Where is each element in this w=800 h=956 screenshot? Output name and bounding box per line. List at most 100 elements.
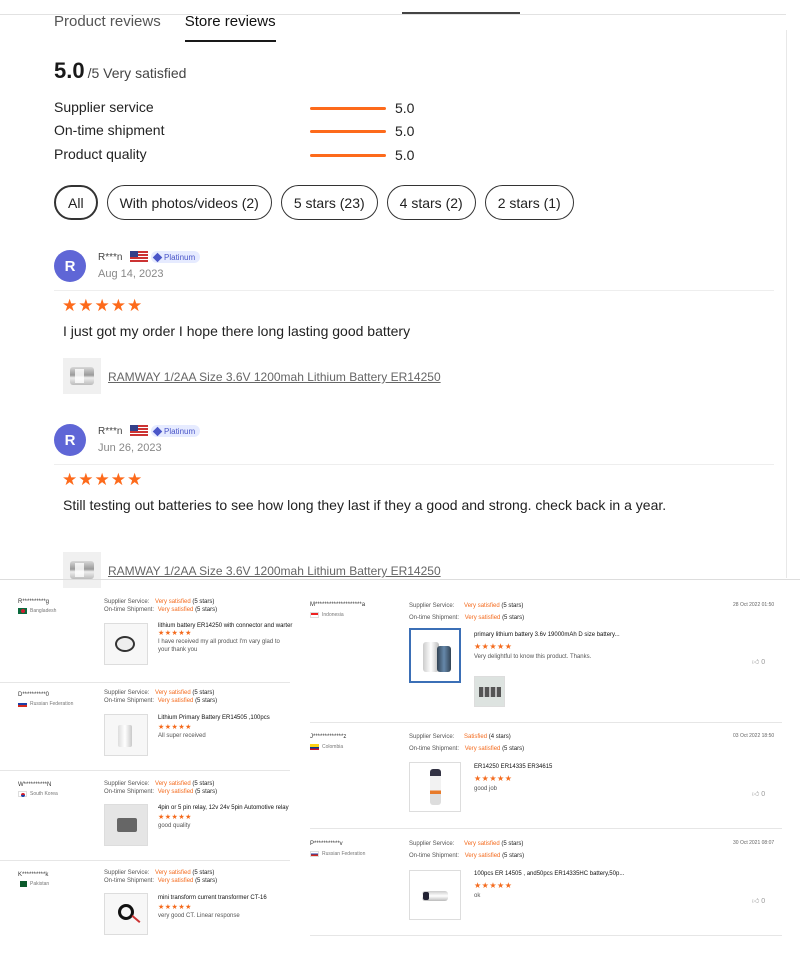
reviewer-name: P***********v [310, 841, 343, 847]
product-link[interactable]: RAMWAY 1/2AA Size 3.6V 1200mah Lithium B… [108, 370, 441, 384]
stars-count: (5 stars) [192, 870, 215, 876]
photo-thumbnail[interactable] [474, 676, 505, 707]
comment: very good CT. Linear response [158, 913, 240, 919]
bangladesh-flag-icon [18, 608, 27, 614]
filter-all[interactable]: All [54, 185, 98, 220]
star-rating: ★★★★★ [62, 296, 144, 315]
rating-suffix: /5 Very satisfied [87, 65, 187, 81]
stars-count: (5 stars) [195, 789, 218, 795]
pakistan-flag-icon [18, 881, 27, 887]
compact-review-body: ER14250 ER14335 ER34615 ★★★★★ good job [474, 763, 724, 793]
supplier-rating: Supplier Service: Very satisfied (5 star… [104, 689, 217, 705]
tab-product-reviews[interactable]: Product reviews [54, 13, 161, 42]
divider [0, 682, 290, 683]
star-rating: ★★★★★ [158, 630, 192, 637]
supplier-rating: Supplier Service: Very satisfied (5 star… [104, 780, 217, 796]
right-border [786, 30, 787, 578]
review-date: Jun 26, 2023 [98, 442, 162, 454]
supplier-rating: Supplier Service: Very satisfied (5 star… [104, 869, 217, 885]
tab-store-reviews[interactable]: Store reviews [184, 13, 276, 42]
supplier-rating: Supplier Service: Very satisfied (5 star… [409, 602, 524, 622]
metric-bar [310, 154, 386, 157]
review-text: Still testing out batteries to see how l… [63, 497, 667, 513]
metric-value: 5.0 [395, 123, 415, 139]
badge-label: Platinum [164, 426, 196, 436]
product-thumbnail[interactable] [409, 762, 461, 812]
shipment-label: On-time Shipment: [409, 746, 460, 752]
battery-icon [70, 561, 94, 579]
shipment-value: Very satisfied [157, 878, 194, 884]
like-button[interactable]: 👍︎ 0 [752, 789, 765, 798]
reviewer-name: M********************a [310, 602, 366, 608]
supplier-rating: Supplier Service: Very satisfied (5 star… [104, 598, 217, 614]
filter-2-stars[interactable]: 2 stars (1) [484, 185, 574, 220]
shipment-value: Very satisfied [464, 853, 501, 859]
battery-icon [70, 367, 94, 385]
compact-review: M********************a Indonesia [310, 601, 365, 619]
shipment-value: Very satisfied [464, 746, 501, 752]
divider [310, 935, 782, 936]
comment: Very delightful to know this product. Th… [474, 654, 592, 660]
product-thumbnail[interactable] [63, 552, 101, 588]
supplier-service-label: Supplier Service: [104, 870, 150, 876]
stars-count: (5 stars) [195, 878, 218, 884]
supplier-service-value: Very satisfied [464, 841, 500, 847]
review-date: 30 Oct 2021 08:07 [733, 840, 775, 846]
country: Russian Federation [322, 851, 366, 857]
compact-review-body: lithium battery ER14250 with connector a… [158, 622, 293, 654]
product-thumbnail[interactable] [409, 628, 461, 683]
badge-label: Platinum [164, 252, 196, 262]
supplier-service-label: Supplier Service: [409, 734, 455, 740]
country: Pakistan [30, 881, 50, 887]
like-button[interactable]: 👍︎ 0 [752, 657, 765, 666]
section-divider [0, 579, 800, 580]
metric-value: 5.0 [395, 147, 415, 163]
country: Bangladesh [30, 608, 57, 614]
product-thumbnail[interactable] [104, 714, 148, 756]
compact-review: P***********v Russian Federation [310, 840, 365, 858]
review-tabs: Product reviews Store reviews [54, 13, 276, 42]
shipment-label: On-time Shipment: [409, 853, 460, 859]
like-count: 0 [761, 791, 766, 798]
star-rating: ★★★★★ [474, 881, 513, 890]
divider [310, 722, 782, 723]
supplier-service-label: Supplier Service: [104, 690, 150, 696]
review-date: 28 Oct 2022 01:50 [733, 602, 775, 608]
product-thumbnail[interactable] [104, 623, 148, 665]
shipment-label: On-time Shipment: [104, 878, 155, 884]
thumbs-up-icon: 👍︎ [752, 659, 760, 666]
us-flag-icon [130, 251, 148, 263]
supplier-service-value: Very satisfied [155, 690, 191, 696]
divider [0, 860, 290, 861]
shipment-value: Very satisfied [157, 607, 194, 613]
stars-count: (5 stars) [502, 853, 525, 859]
product-thumbnail[interactable] [409, 870, 461, 920]
metric-label: Product quality [54, 146, 147, 162]
product-title: ER14250 ER14335 ER34615 [474, 764, 553, 770]
filter-5-stars[interactable]: 5 stars (23) [280, 185, 378, 220]
filter-with-photos[interactable]: With photos/videos (2) [106, 185, 272, 220]
filter-4-stars[interactable]: 4 stars (2) [386, 185, 476, 220]
south-korea-flag-icon [18, 791, 27, 797]
reviewer-name: J*************z [310, 734, 347, 740]
compact-review: J*************z Colombia [310, 733, 346, 751]
supplier-service-value: Satisfied [464, 734, 488, 740]
star-rating: ★★★★★ [474, 642, 513, 651]
divider [54, 464, 774, 465]
metric-label: On-time shipment [54, 122, 165, 138]
like-button[interactable]: 👍︎ 0 [752, 896, 765, 905]
platinum-badge: Platinum [151, 251, 201, 263]
divider [54, 290, 774, 291]
product-thumbnail[interactable] [63, 358, 101, 394]
product-link[interactable]: RAMWAY 1/2AA Size 3.6V 1200mah Lithium B… [108, 564, 441, 578]
product-title: mini transform current transformer CT-16 [158, 895, 267, 901]
stars-count: (5 stars) [192, 781, 215, 787]
reviewer-name: W**********N [18, 782, 52, 788]
product-thumbnail[interactable] [104, 893, 148, 935]
stars-count: (5 stars) [192, 599, 215, 605]
stars-count: (5 stars) [195, 607, 218, 613]
star-rating: ★★★★★ [62, 470, 144, 489]
supplier-service-label: Supplier Service: [409, 841, 455, 847]
russia-flag-icon [310, 851, 319, 857]
product-thumbnail[interactable] [104, 804, 148, 846]
